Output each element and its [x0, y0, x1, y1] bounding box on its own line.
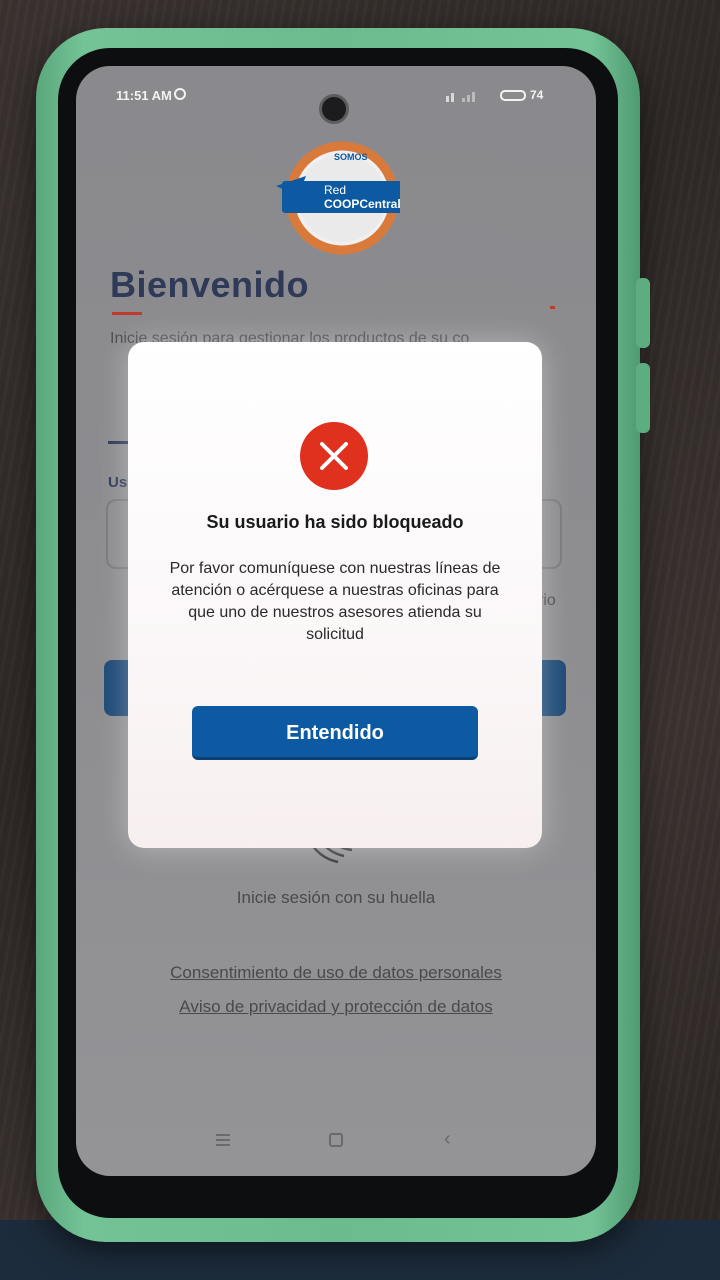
signal-icon: [446, 90, 486, 102]
red-coopcentral-logo: SOMOS Red COOPCentral: [276, 136, 406, 256]
logo-line2: COOPCentral: [324, 197, 400, 211]
privacy-link[interactable]: Aviso de privacidad y protección de dato…: [76, 997, 596, 1017]
blocked-user-dialog: Su usuario ha sido bloqueado Por favor c…: [128, 342, 542, 848]
status-time: 11:51 AM: [116, 88, 172, 103]
alarm-icon: [174, 88, 186, 100]
tab-indicator: [108, 441, 130, 444]
consent-link[interactable]: Consentimiento de uso de datos personale…: [76, 963, 596, 983]
logo-line1: Red: [324, 183, 346, 197]
system-nav-bar: ‹: [76, 1126, 596, 1156]
dialog-title: Su usuario ha sido bloqueado: [206, 512, 464, 532]
fingerprint-login-text[interactable]: Inicie sesión con su huella: [76, 888, 596, 908]
user-field-label: Us: [108, 474, 128, 491]
home-icon[interactable]: [329, 1133, 343, 1147]
accent-dot: [550, 306, 555, 309]
battery-level: 74: [530, 88, 544, 102]
status-bar: 11:51 AM 74: [76, 84, 596, 124]
volume-button: [636, 278, 650, 348]
battery-icon: [500, 90, 526, 101]
welcome-title: Bienvenido: [110, 264, 310, 305]
back-icon[interactable]: ‹: [444, 1128, 451, 1151]
close-circle-icon: [300, 422, 368, 490]
power-button: [636, 363, 650, 433]
title-underline: [112, 312, 142, 315]
understood-button[interactable]: Entendido: [192, 706, 478, 760]
logo-top-text: SOMOS: [334, 152, 368, 162]
menu-icon[interactable]: [216, 1134, 230, 1146]
dialog-message: Por favor comuníquese con nuestras línea…: [169, 560, 501, 643]
front-camera: [319, 94, 349, 124]
